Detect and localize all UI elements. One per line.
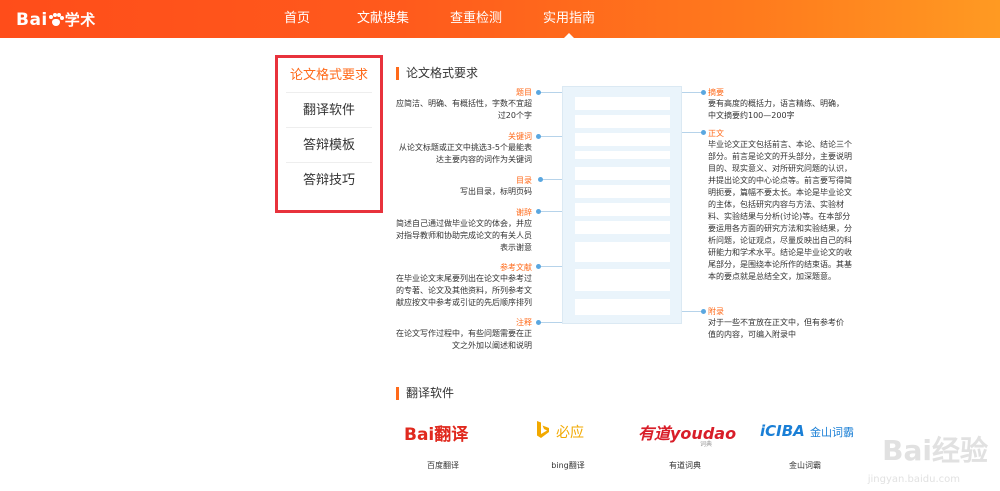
- connector-dot: [536, 320, 541, 325]
- connector-dot: [701, 130, 706, 135]
- format-item-title: 题目 应简洁、明确、有概括性，字数不宜超 过20个字: [396, 88, 532, 120]
- logo-suffix: 学术: [64, 11, 96, 29]
- translator-name: 百度翻译: [427, 461, 459, 470]
- nav-literature[interactable]: 文献搜集: [357, 0, 409, 38]
- format-item-appendix: 附录 对于一些不宜放在正文中，但有参考价 值的内容，可编入附录中: [708, 307, 844, 339]
- nav-plagiarism-check[interactable]: 查重检测: [450, 0, 502, 38]
- side-item-template[interactable]: 答辩模板: [286, 128, 372, 163]
- connector-dot: [536, 209, 541, 214]
- youdao-logo: 有道youdao: [638, 424, 737, 443]
- side-item-translate[interactable]: 翻译软件: [286, 93, 372, 128]
- format-section-title: 论文格式要求: [396, 67, 478, 80]
- format-item-keywords: 关键词 从论文标题或正文中挑选3-5个最能表 达主要内容的词作为关键词: [398, 132, 532, 164]
- side-item-format[interactable]: 论文格式要求: [286, 58, 372, 93]
- format-item-acknowledgements: 谢辞 简述自己通过做毕业论文的体会，并应 对指导教师和协助完成论文的有关人员 表…: [396, 208, 532, 252]
- nav-home[interactable]: 首页: [284, 0, 310, 38]
- baidu-xueshu-logo[interactable]: Bai 学术: [16, 9, 96, 30]
- connector-dot: [701, 309, 706, 314]
- iciba-logo-sub: 金山词霸: [810, 426, 854, 439]
- format-item-abstract: 摘要 要有高度的概括力，语言精练、明确， 中文摘要约100—200字: [708, 88, 844, 120]
- format-item-references: 参考文献 在毕业论文末尾要列出在论文中参考过 的专著、论文及其他资料，所列参考文…: [396, 263, 532, 307]
- translator-name: bing翻译: [551, 461, 585, 470]
- baidu-translate-logo: Bai翻译: [404, 425, 469, 445]
- format-item-notes: 注释 在论文写作过程中，有些问题需要在正 文之外加以阐述和说明: [396, 318, 532, 350]
- baidu-jingyan-watermark: Bai经验: [882, 434, 988, 467]
- nav-practical-guide[interactable]: 实用指南: [543, 0, 595, 39]
- baidu-paw-icon: [48, 12, 64, 27]
- bing-icon: [537, 421, 549, 438]
- connector-dot: [538, 177, 543, 182]
- bing-logo-text: 必应: [556, 425, 584, 441]
- iciba-logo: iCIBA: [760, 422, 805, 440]
- side-item-tips[interactable]: 答辩技巧: [286, 163, 372, 198]
- youdao-logo-sub: 词典: [700, 441, 713, 448]
- watermark-url: jingyan.baidu.com: [867, 474, 960, 485]
- format-item-body: 正文 毕业论文正文包括前言、本论、结论三个 部分。前言是论文的开头部分，主要说明…: [708, 129, 852, 281]
- translate-section-title: 翻译软件: [396, 387, 454, 400]
- translator-name: 有道词典: [669, 461, 701, 470]
- paper-structure-diagram: [562, 86, 682, 324]
- connector-dot: [536, 264, 541, 269]
- format-item-toc: 目录 写出目录，标明页码: [460, 176, 532, 196]
- top-navigation-bar: Bai 学术 首页 文献搜集 查重检测 实用指南: [0, 0, 1000, 39]
- connector-dot: [536, 90, 541, 95]
- guide-side-menu: 论文格式要求 翻译软件 答辩模板 答辩技巧: [275, 55, 383, 213]
- logo-text: Bai: [16, 9, 48, 30]
- connector-dot: [536, 134, 541, 139]
- connector-dot: [701, 90, 706, 95]
- translator-name: 金山词霸: [789, 461, 821, 470]
